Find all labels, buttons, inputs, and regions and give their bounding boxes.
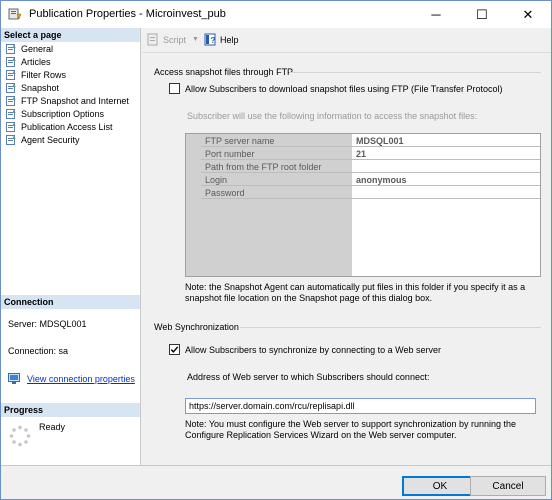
grid-row-value[interactable] (352, 160, 540, 173)
page-icon (6, 69, 16, 80)
connection-properties-icon (8, 373, 20, 384)
help-button[interactable]: ? Help (204, 33, 239, 46)
page-icon (6, 134, 16, 145)
grid-row[interactable]: Password (201, 186, 540, 199)
grid-row[interactable]: Port number 21 (201, 147, 540, 160)
ftp-note-line1: Note: the Snapshot Agent can automatical… (185, 282, 526, 292)
help-label: Help (220, 34, 239, 45)
page-icon (6, 121, 16, 132)
progress-status: Ready (39, 422, 66, 432)
page-icon (6, 56, 16, 67)
web-allow-checkbox-label[interactable]: Allow Subscribers to synchronize by conn… (185, 345, 441, 355)
ftp-note: Note: the Snapshot Agent can automatical… (185, 282, 525, 304)
page-item[interactable]: Snapshot (1, 81, 140, 94)
script-button[interactable]: Script ▼ (147, 33, 199, 46)
toolbar: Script ▼ ? Help (142, 28, 551, 53)
checkmark-icon (170, 346, 179, 353)
close-icon: ✕ (522, 6, 534, 22)
page-item-label: Publication Access List (21, 121, 113, 132)
page-item-label: FTP Snapshot and Internet (21, 95, 129, 106)
web-note-line1: Note: You must configure the Web server … (185, 419, 517, 429)
close-button[interactable]: ✕ (505, 1, 551, 28)
grid-row-key: Password (201, 186, 352, 199)
chevron-down-icon: ▼ (192, 36, 199, 43)
page-item-label: Articles (21, 56, 51, 67)
grid-row-value[interactable]: anonymous (352, 173, 540, 186)
view-connection-properties-link-row[interactable]: View connection properties (8, 373, 135, 384)
web-address-input[interactable]: https://server.domain.com/rcu/replisapi.… (185, 398, 536, 414)
title-bar: Publication Properties - Microinvest_pub… (1, 1, 551, 28)
maximize-button[interactable]: ☐ (459, 1, 505, 28)
help-icon: ? (204, 33, 216, 46)
page-item[interactable]: Articles (1, 55, 140, 68)
page-item[interactable]: FTP Snapshot and Internet (1, 94, 140, 107)
page-icon (6, 108, 16, 119)
ftp-allow-checkbox-label[interactable]: Allow Subscribers to download snapshot f… (185, 84, 502, 94)
grid-row-header (186, 134, 201, 276)
ftp-allow-checkbox[interactable] (169, 83, 180, 94)
web-note-line2: Configure Replication Services Wizard on… (185, 430, 457, 440)
web-note: Note: You must configure the Web server … (185, 419, 516, 441)
connection-header: Connection (1, 295, 140, 309)
page-item-label: Snapshot (21, 82, 60, 93)
script-icon (147, 33, 158, 46)
page-item[interactable]: Agent Security (1, 133, 140, 146)
dialog-window: Publication Properties - Microinvest_pub… (0, 0, 552, 500)
grid-row-key: Port number (201, 147, 352, 160)
svg-text:?: ? (211, 36, 216, 45)
page-item[interactable]: Publication Access List (1, 120, 140, 133)
page-icon (6, 82, 16, 93)
page-icon (6, 95, 16, 106)
web-section-divider (240, 327, 541, 328)
ftp-note-line2: snapshot file location on the Snapshot p… (185, 293, 433, 303)
ftp-section-divider (289, 72, 541, 73)
window-title: Publication Properties - Microinvest_pub (29, 8, 226, 20)
connection-label: Connection: sa (8, 346, 69, 356)
grid-row-value[interactable]: 21 (352, 147, 540, 160)
grid-row-value[interactable]: MDSQL001 (352, 134, 540, 147)
ftp-settings-grid: FTP server name MDSQL001 Port number 21 Path… (185, 133, 541, 277)
publication-properties-icon (8, 8, 22, 20)
page-icon (6, 43, 16, 54)
page-item-label: Subscription Options (21, 108, 105, 119)
page-item[interactable]: General (1, 42, 140, 55)
grid-row-value[interactable] (352, 186, 540, 199)
web-address-label: Address of Web server to which Subscribe… (187, 372, 430, 382)
grid-row-key: Path from the FTP root folder (201, 160, 352, 173)
left-pane: Select a page General Articles Filter Rows… (1, 28, 141, 465)
grid-row-key: FTP server name (201, 134, 352, 147)
minimize-icon: ─ (431, 7, 441, 22)
view-connection-properties-link[interactable]: View connection properties (27, 374, 135, 384)
progress-spinner-icon (9, 425, 31, 447)
ok-button[interactable]: OK (402, 476, 478, 496)
server-label: Server: MDSQL001 (8, 319, 87, 329)
grid-row[interactable]: Path from the FTP root folder (201, 160, 540, 173)
ftp-info-text: Subscriber will use the following inform… (187, 111, 478, 121)
grid-row[interactable]: Login anonymous (201, 173, 540, 186)
dialog-footer: OK Cancel (1, 465, 551, 499)
script-label: Script (163, 34, 187, 45)
minimize-button[interactable]: ─ (413, 1, 459, 28)
maximize-icon: ☐ (476, 6, 488, 22)
ftp-section-label: Access snapshot files through FTP (154, 67, 294, 77)
cancel-button[interactable]: Cancel (470, 476, 546, 496)
web-section-label: Web Synchronization (154, 322, 239, 332)
page-list: General Articles Filter Rows Snapshot FTP Sn… (1, 42, 140, 146)
page-item[interactable]: Subscription Options (1, 107, 140, 120)
web-allow-checkbox[interactable] (169, 344, 180, 355)
page-item-label: Filter Rows (21, 69, 67, 80)
page-item-label: Agent Security (21, 134, 80, 145)
page-item-label: General (21, 43, 54, 54)
select-page-header: Select a page (1, 28, 140, 42)
progress-header: Progress (1, 403, 140, 417)
grid-row-key: Login (201, 173, 352, 186)
page-item[interactable]: Filter Rows (1, 68, 140, 81)
grid-empty-area (201, 199, 352, 276)
grid-row[interactable]: FTP server name MDSQL001 (201, 134, 540, 147)
